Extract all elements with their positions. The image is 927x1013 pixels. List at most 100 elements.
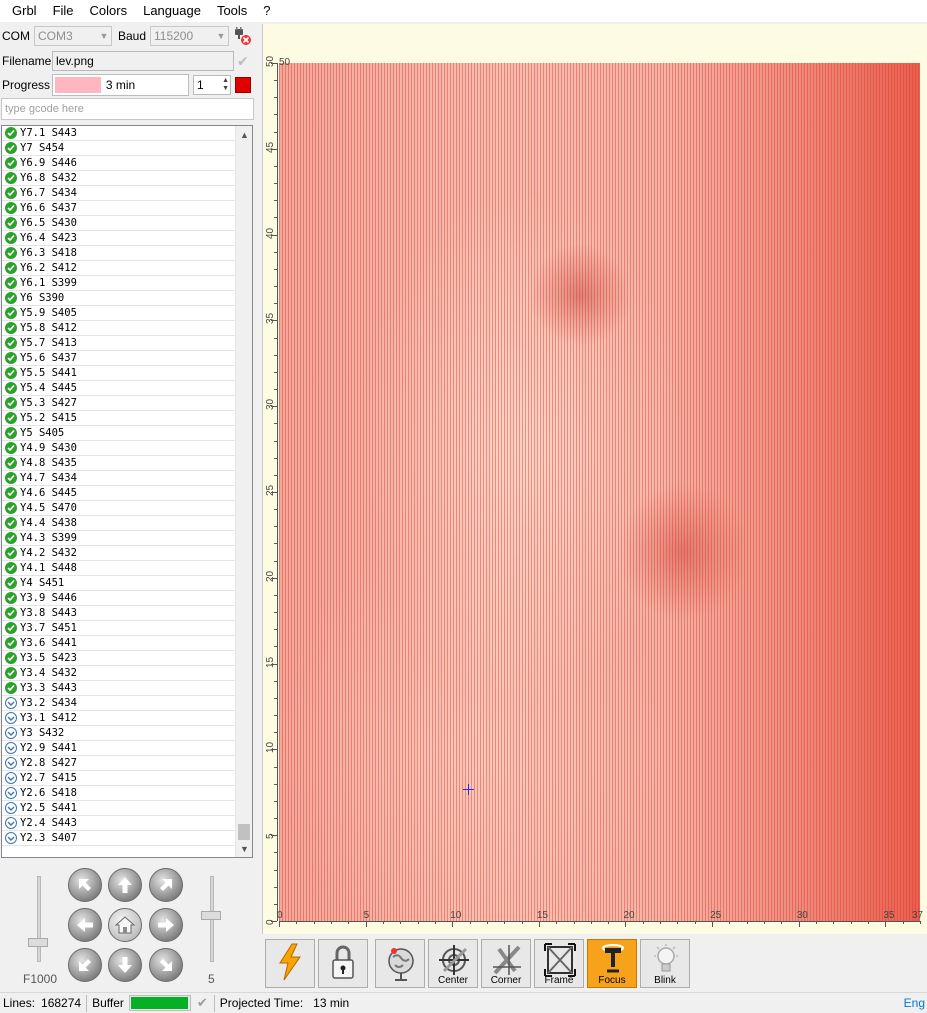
gcode-list-item[interactable]: Y5.9 S405 — [2, 306, 236, 321]
menu-help[interactable]: ? — [255, 0, 278, 22]
gcode-list-item[interactable]: Y5.5 S441 — [2, 366, 236, 381]
gcode-list-item[interactable]: Y4.6 S445 — [2, 486, 236, 501]
menu-tools[interactable]: Tools — [209, 0, 255, 22]
x-tick-mark — [538, 921, 540, 927]
menu-colors[interactable]: Colors — [82, 0, 136, 22]
frame-button[interactable]: Frame — [534, 939, 584, 988]
gcode-line-text: Y6.6 S437 — [20, 202, 77, 214]
gcode-list-item[interactable]: Y2.7 S415 — [2, 771, 236, 786]
gcode-list-item[interactable]: Y6.1 S399 — [2, 276, 236, 291]
jog-up-right-button[interactable] — [149, 868, 183, 902]
gcode-list-item[interactable]: Y2.4 S443 — [2, 816, 236, 831]
gcode-list-item[interactable]: Y2.8 S427 — [2, 756, 236, 771]
gcode-list-item[interactable]: Y2.9 S441 — [2, 741, 236, 756]
jog-right-button[interactable] — [149, 908, 183, 942]
y-axis-line — [277, 63, 278, 921]
gcode-list-item[interactable]: Y4.7 S434 — [2, 471, 236, 486]
gcode-list-item[interactable]: Y6.4 S423 — [2, 231, 236, 246]
gcode-list-item[interactable]: Y6 S390 — [2, 291, 236, 306]
gcode-list-item[interactable]: Y5.2 S415 — [2, 411, 236, 426]
list-scrollbar[interactable]: ▲ ▼ — [235, 126, 252, 857]
center-button[interactable]: Center — [428, 939, 478, 988]
gcode-list-item[interactable]: Y5.7 S413 — [2, 336, 236, 351]
gcode-list-item[interactable]: Y4.2 S432 — [2, 546, 236, 561]
gcode-list-item[interactable]: Y4.4 S438 — [2, 516, 236, 531]
step-slider-thumb[interactable] — [201, 911, 221, 920]
speed-slider[interactable] — [28, 876, 50, 962]
jog-down-left-button[interactable] — [68, 948, 102, 982]
stop-button[interactable] — [235, 77, 251, 93]
gcode-list-item[interactable]: Y3.4 S432 — [2, 666, 236, 681]
gcode-list[interactable]: Y7.1 S443 Y7 S454 Y6.9 S446 Y6.8 S432 Y6.7 S… — [1, 125, 253, 858]
com-port-select[interactable]: COM3 ▼ — [34, 26, 112, 46]
goto-origin-button[interactable] — [375, 939, 425, 988]
jog-down-button[interactable] — [108, 948, 142, 982]
scrollbar-thumb[interactable] — [238, 824, 250, 840]
gcode-list-item[interactable]: Y3 S432 — [2, 726, 236, 741]
check-done-icon — [5, 547, 17, 559]
blink-button[interactable]: Blink — [640, 939, 690, 988]
gcode-list-item[interactable]: Y6.2 S412 — [2, 261, 236, 276]
copies-spinner[interactable]: 1 ▲ ▼ — [193, 75, 231, 95]
y-tick-mark — [271, 492, 277, 493]
gcode-list-item[interactable]: Y6.7 S434 — [2, 186, 236, 201]
unlock-button[interactable] — [318, 939, 368, 988]
gcode-list-item[interactable]: Y6.5 S430 — [2, 216, 236, 231]
scroll-down-icon[interactable]: ▼ — [236, 840, 252, 857]
gcode-list-item[interactable]: Y3.1 S412 — [2, 711, 236, 726]
lightning-icon — [279, 943, 301, 981]
gcode-list-item[interactable]: Y5.3 S427 — [2, 396, 236, 411]
jog-up-button[interactable] — [108, 868, 142, 902]
gcode-list-item[interactable]: Y7.1 S443 — [2, 126, 236, 141]
check-done-icon — [5, 517, 17, 529]
gcode-list-item[interactable]: Y3.7 S451 — [2, 621, 236, 636]
focus-button[interactable]: Focus — [587, 939, 637, 988]
check-done-icon — [5, 562, 17, 574]
gcode-list-item[interactable]: Y3.2 S434 — [2, 696, 236, 711]
gcode-list-item[interactable]: Y2.6 S418 — [2, 786, 236, 801]
gcode-list-item[interactable]: Y4.5 S470 — [2, 501, 236, 516]
step-slider[interactable] — [201, 876, 223, 962]
gcode-list-item[interactable]: Y5.8 S412 — [2, 321, 236, 336]
jog-down-right-button[interactable] — [149, 948, 183, 982]
menu-grbl[interactable]: Grbl — [0, 0, 45, 22]
scroll-up-icon[interactable]: ▲ — [236, 126, 252, 143]
gcode-list-item[interactable]: Y4 S451 — [2, 576, 236, 591]
gcode-list-item[interactable]: Y6.8 S432 — [2, 171, 236, 186]
preview-canvas[interactable]: 0 5 10 15 20 25 30 35 0 5 10 15 20 25 30 35 40 45 50 37 50 — [262, 24, 927, 934]
gcode-list-item[interactable]: Y6.9 S446 — [2, 156, 236, 171]
menu-language[interactable]: Language — [135, 0, 209, 22]
gcode-list-item[interactable]: Y5 S405 — [2, 426, 236, 441]
gcode-list-item[interactable]: Y4.8 S435 — [2, 456, 236, 471]
gcode-list-item[interactable]: Y5.6 S437 — [2, 351, 236, 366]
gcode-list-item[interactable]: Y3.6 S441 — [2, 636, 236, 651]
gcode-list-item[interactable]: Y5.4 S445 — [2, 381, 236, 396]
gcode-list-item[interactable]: Y2.3 S407 — [2, 831, 236, 846]
reset-button[interactable] — [265, 939, 315, 988]
jog-left-button[interactable] — [68, 908, 102, 942]
language-indicator[interactable]: Eng — [904, 996, 925, 1010]
gcode-list-item[interactable]: Y6.3 S418 — [2, 246, 236, 261]
x-tick-mark — [920, 921, 921, 924]
gcode-list-item[interactable]: Y3.9 S446 — [2, 591, 236, 606]
speed-slider-thumb[interactable] — [28, 938, 48, 947]
gcode-list-item[interactable]: Y7 S454 — [2, 141, 236, 156]
spinner-arrows-icon[interactable]: ▲ ▼ — [222, 77, 229, 93]
jog-up-left-button[interactable] — [68, 868, 102, 902]
gcode-list-item[interactable]: Y4.9 S430 — [2, 441, 236, 456]
gcode-list-item[interactable]: Y3.3 S443 — [2, 681, 236, 696]
jog-home-button[interactable] — [108, 908, 142, 942]
gcode-list-item[interactable]: Y4.1 S448 — [2, 561, 236, 576]
gcode-line-text: Y4 S451 — [20, 577, 65, 589]
gcode-list-item[interactable]: Y4.3 S399 — [2, 531, 236, 546]
menu-file[interactable]: File — [45, 0, 82, 22]
gcode-list-item[interactable]: Y3.5 S423 — [2, 651, 236, 666]
checkmark-pencil-icon[interactable]: ✔ — [237, 53, 249, 70]
gcode-list-item[interactable]: Y3.8 S443 — [2, 606, 236, 621]
gcode-list-item[interactable]: Y2.5 S441 — [2, 801, 236, 816]
gcode-command-input[interactable]: type gcode here — [1, 98, 254, 120]
disconnect-icon[interactable] — [232, 26, 252, 46]
gcode-list-item[interactable]: Y6.6 S437 — [2, 201, 236, 216]
baud-rate-select[interactable]: 115200 ▼ — [150, 26, 229, 46]
corner-button[interactable]: Corner — [481, 939, 531, 988]
